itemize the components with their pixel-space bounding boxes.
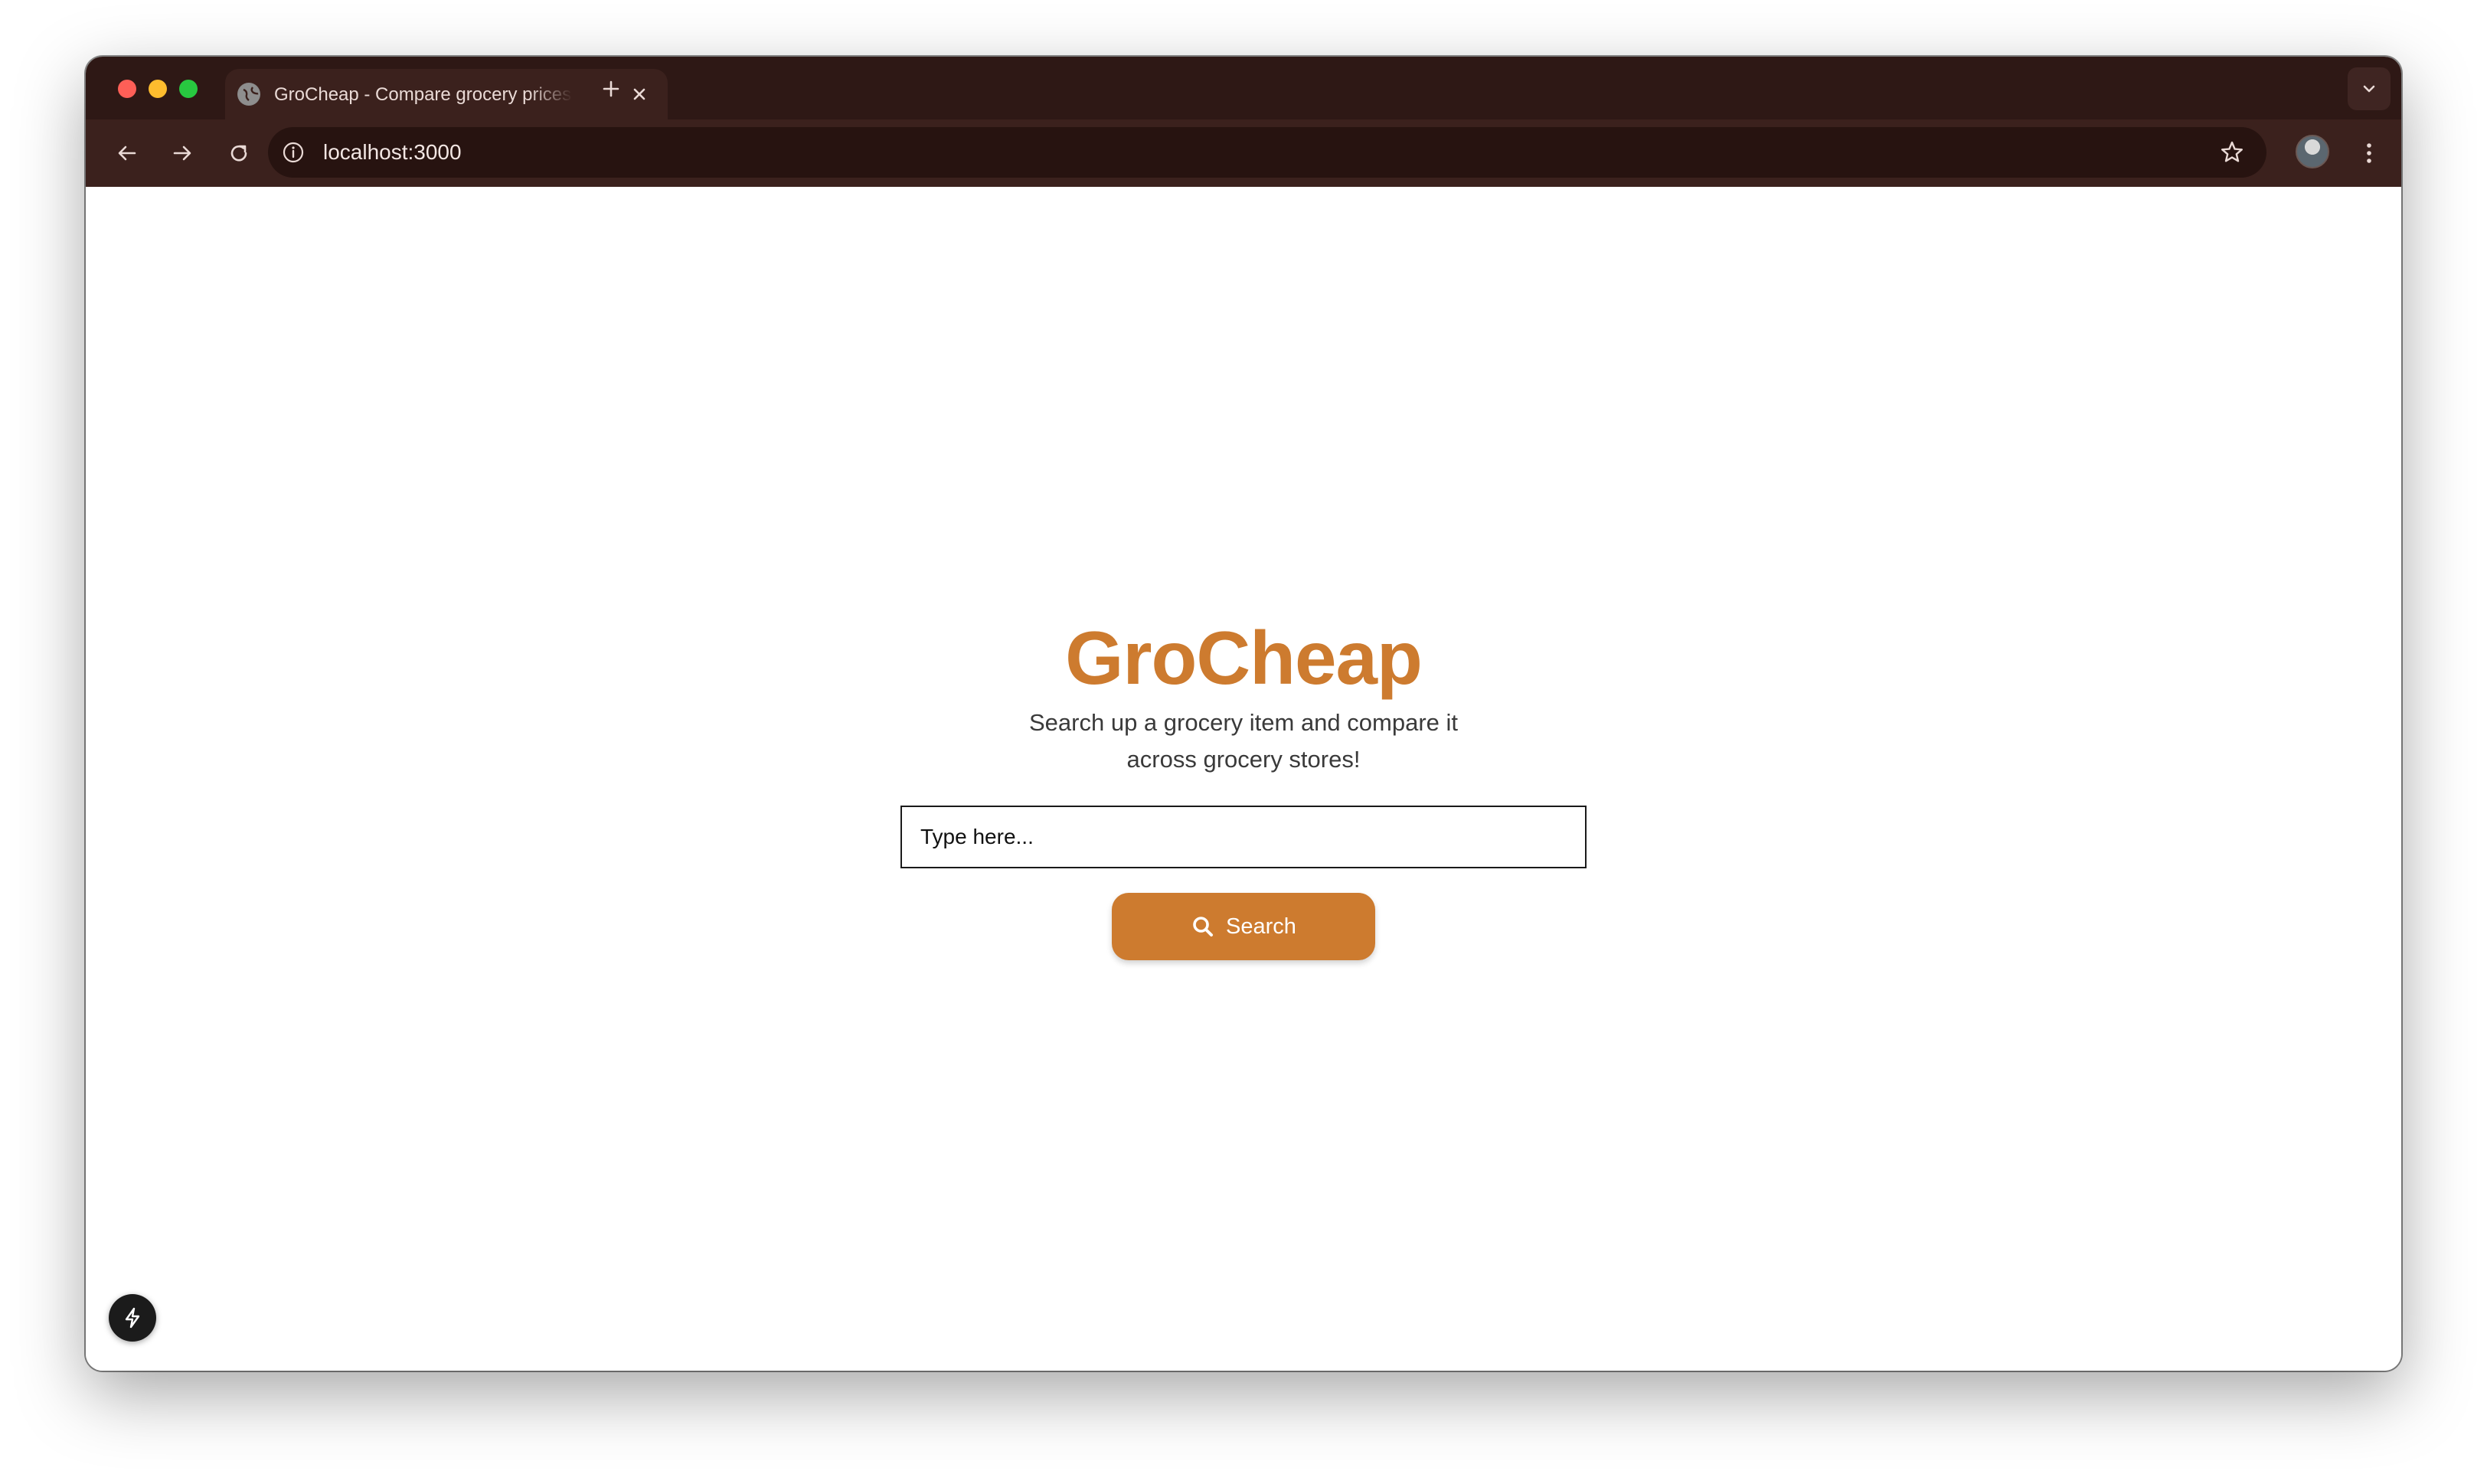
browser-window: GroCheap - Compare grocery prices localh (86, 57, 2401, 1371)
minimize-window-button[interactable] (149, 80, 167, 98)
reload-button[interactable] (221, 135, 257, 172)
tab-strip: GroCheap - Compare grocery prices (86, 57, 2401, 119)
page-viewport: GroCheap Search up a grocery item and co… (86, 187, 2401, 1371)
close-window-button[interactable] (118, 80, 136, 98)
back-button[interactable] (109, 135, 145, 172)
search-input[interactable] (900, 806, 1587, 868)
star-icon[interactable] (2217, 138, 2247, 167)
globe-icon (237, 83, 260, 106)
search-button-label: Search (1226, 914, 1296, 939)
address-bar[interactable]: localhost:3000 (268, 127, 2266, 178)
dev-tools-badge[interactable] (109, 1294, 156, 1342)
arrow-left-icon (118, 145, 136, 161)
chevron-down-icon (2363, 85, 2375, 93)
url-text: localhost:3000 (323, 140, 462, 164)
arrow-right-icon (173, 145, 191, 161)
reload-icon (230, 145, 247, 162)
search-button[interactable]: Search (1112, 893, 1375, 960)
browser-toolbar: localhost:3000 (86, 119, 2401, 187)
page-subtitle: Search up a grocery item and compare it … (937, 704, 1550, 778)
kebab-menu-icon[interactable] (2352, 135, 2386, 172)
subtitle-line-2: across grocery stores! (1126, 746, 1361, 773)
avatar[interactable] (2296, 135, 2329, 168)
info-icon[interactable] (282, 141, 305, 164)
subtitle-line-1: Search up a grocery item and compare it (1029, 709, 1458, 736)
forward-button[interactable] (164, 135, 201, 172)
page-title: GroCheap (1065, 616, 1423, 700)
new-tab-button[interactable] (596, 74, 626, 104)
tab-title: GroCheap - Compare grocery prices (274, 84, 572, 105)
plus-icon (603, 80, 619, 97)
maximize-window-button[interactable] (179, 80, 198, 98)
search-icon (1191, 914, 1215, 939)
close-icon[interactable] (626, 81, 652, 107)
tab-search-button[interactable] (2348, 67, 2391, 110)
lightning-icon (125, 1307, 140, 1329)
